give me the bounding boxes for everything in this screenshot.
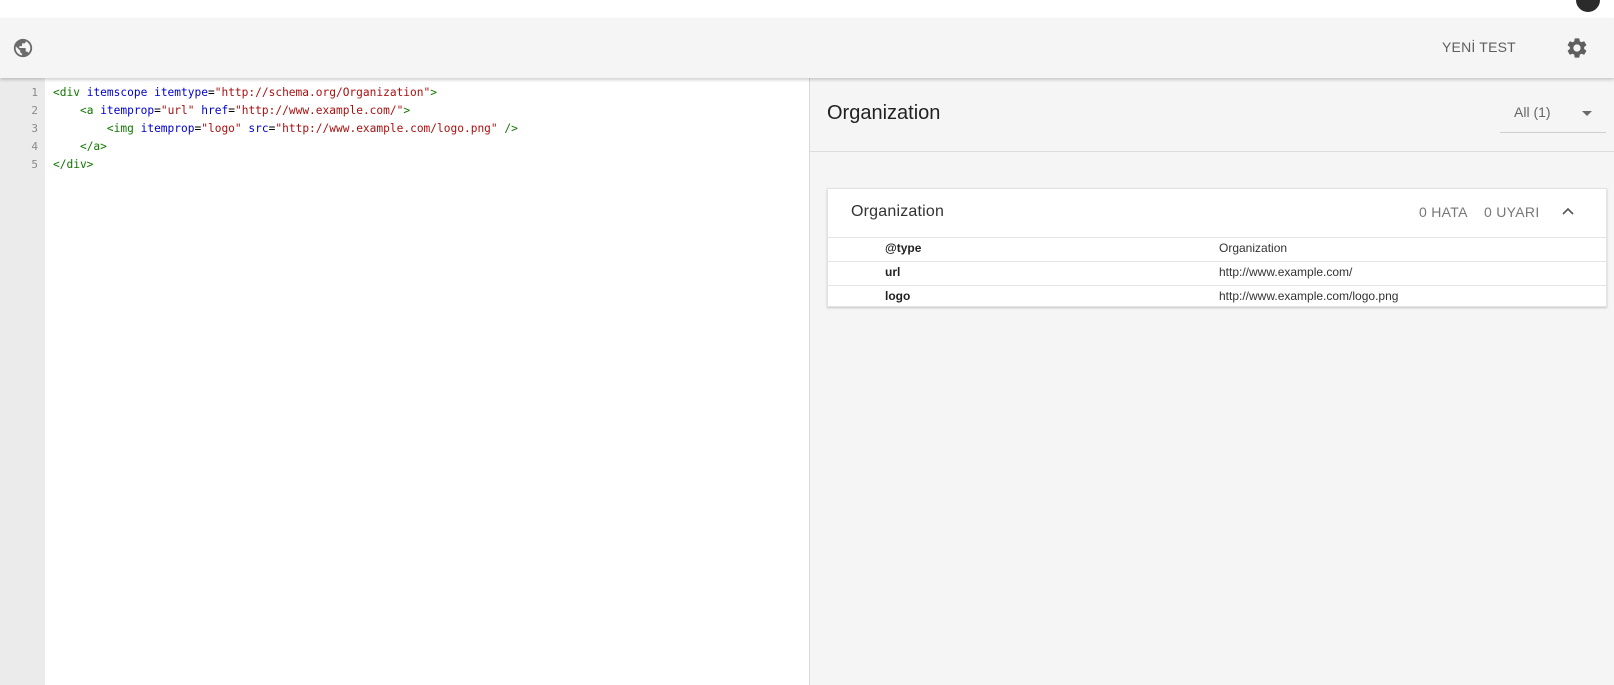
code-token: > <box>430 86 438 99</box>
results-panel: Organization All (1) Organization 0 HATA… <box>810 78 1614 685</box>
filter-label: All (1) <box>1514 104 1551 120</box>
code-line[interactable]: <img itemprop="logo" src="http://www.exa… <box>53 121 518 137</box>
dropdown-arrow-icon <box>1582 111 1592 116</box>
code-line[interactable]: </div> <box>53 157 93 173</box>
code-token: "logo" <box>201 122 242 135</box>
line-number: 5 <box>31 158 38 171</box>
code-token: > <box>403 104 411 117</box>
result-card-title: Organization <box>851 203 945 220</box>
toolbar: YENİ TEST <box>0 18 1614 78</box>
code-line[interactable]: <a itemprop="url" href="http://www.examp… <box>53 103 410 119</box>
line-number: 1 <box>31 86 38 99</box>
property-value: Organization <box>1219 241 1288 255</box>
results-header: Organization All (1) <box>810 78 1614 152</box>
code-token: itemtype <box>154 86 208 99</box>
line-number: 2 <box>31 104 38 117</box>
code-token: "http://www.example.com/" <box>234 104 404 117</box>
code-token: <div <box>53 86 80 99</box>
code-token: <a <box>79 104 94 117</box>
results-filter-dropdown[interactable]: All (1) <box>1500 100 1606 133</box>
property-row: url http://www.example.com/ <box>828 261 1606 286</box>
code-token: </div> <box>53 158 94 171</box>
result-card-header[interactable]: Organization 0 HATA 0 UYARI <box>828 189 1606 238</box>
property-row: logo http://www.example.com/logo.png <box>828 285 1606 309</box>
new-test-button[interactable]: YENİ TEST <box>1442 39 1542 55</box>
code-token: src <box>248 122 269 135</box>
line-number-gutter: 1 2 3 4 5 <box>0 78 45 685</box>
code-token: = <box>228 104 235 117</box>
code-token: itemscope <box>86 86 148 99</box>
property-name: url <box>885 265 901 279</box>
chevron-up-icon[interactable] <box>1562 207 1574 215</box>
code-token: </a> <box>79 140 107 153</box>
code-token: "url" <box>160 104 195 117</box>
code-token: itemprop <box>100 104 155 117</box>
globe-icon[interactable] <box>12 37 34 59</box>
property-value: http://www.example.com/logo.png <box>1219 289 1399 303</box>
code-token: "http://schema.org/Organization" <box>214 86 431 99</box>
avatar[interactable] <box>1574 0 1602 14</box>
code-line[interactable]: <div itemscope itemtype="http://schema.o… <box>53 85 437 101</box>
line-number: 4 <box>31 140 38 153</box>
code-token: = <box>207 86 215 99</box>
code-token: <img <box>106 122 134 135</box>
code-line[interactable]: </a> <box>53 139 107 155</box>
property-name: logo <box>885 289 911 303</box>
code-editor[interactable]: 1 2 3 4 5 <div itemscope itemtype="http:… <box>0 78 810 685</box>
code-token: href <box>201 104 229 117</box>
code-token: /> <box>504 122 518 135</box>
line-number: 3 <box>31 122 38 135</box>
property-value: http://www.example.com/ <box>1219 265 1353 279</box>
code-token: = <box>154 104 161 117</box>
error-count: 0 HATA <box>1419 204 1468 220</box>
property-row: @type Organization <box>828 237 1606 262</box>
code-token: itemprop <box>140 122 195 135</box>
property-name: @type <box>885 241 922 255</box>
results-title: Organization <box>827 102 941 124</box>
result-card: Organization 0 HATA 0 UYARI @type Organi… <box>827 188 1607 307</box>
warning-count: 0 UYARI <box>1484 204 1540 220</box>
top-strip <box>0 0 1614 18</box>
code-token: "http://www.example.com/logo.png" <box>275 122 498 135</box>
gear-icon[interactable] <box>1565 36 1589 60</box>
